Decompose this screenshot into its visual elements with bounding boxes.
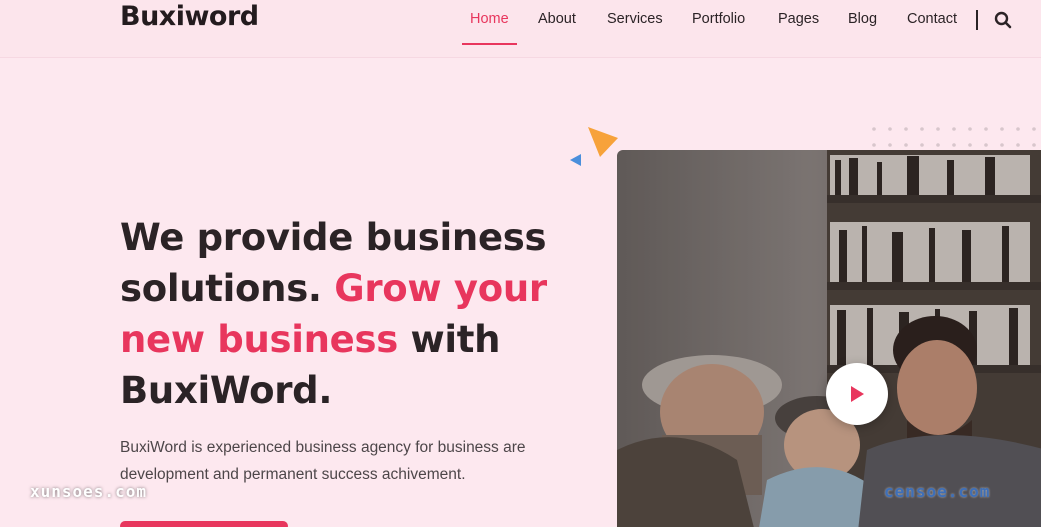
nav-item-about[interactable]: About: [538, 11, 576, 27]
play-video-button[interactable]: [826, 363, 888, 425]
play-icon: [851, 386, 864, 402]
team-photo: [617, 150, 1041, 527]
hero-image: [617, 150, 1041, 527]
site-header: Buxiword Home About Services Portfolio P…: [0, 0, 1041, 58]
nav-item-blog[interactable]: Blog: [848, 11, 877, 27]
nav-item-services[interactable]: Services: [607, 11, 663, 27]
hero-heading: We provide business solutions. Grow your…: [120, 212, 590, 416]
nav-item-portfolio[interactable]: Portfolio: [692, 11, 745, 27]
search-icon: [994, 11, 1012, 29]
hero-description: BuxiWord is experienced business agency …: [120, 439, 526, 483]
watermark-left: xunsoes.com: [30, 482, 147, 501]
active-nav-indicator: [462, 43, 517, 45]
watermark-right: censoe.com: [884, 482, 991, 501]
decorative-triangle-blue: [570, 154, 581, 166]
cta-button[interactable]: [120, 521, 288, 527]
search-button[interactable]: [994, 11, 1012, 29]
decorative-dots: [872, 127, 1036, 147]
nav-item-contact[interactable]: Contact: [907, 11, 957, 27]
site-logo[interactable]: Buxiword: [120, 1, 259, 32]
nav-item-pages[interactable]: Pages: [778, 11, 819, 27]
nav-divider: [976, 10, 978, 30]
nav-item-home[interactable]: Home: [470, 11, 509, 27]
